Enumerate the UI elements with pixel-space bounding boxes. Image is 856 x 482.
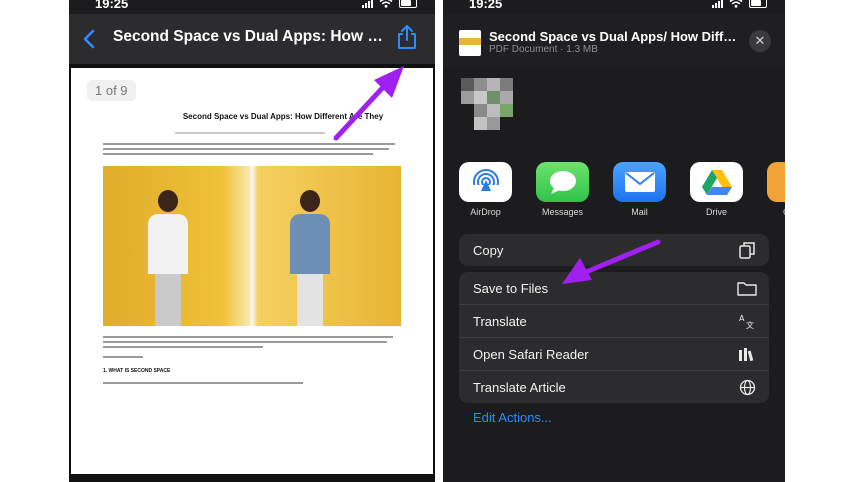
wifi-icon [729, 0, 743, 8]
copy-icon [737, 240, 757, 260]
cellular-signal-icon [362, 0, 373, 8]
document-text-line [103, 356, 143, 358]
battery-icon [749, 0, 767, 8]
document-text-line [103, 153, 373, 155]
action-translate[interactable]: Translate A文 [459, 305, 769, 338]
article-photo [103, 166, 401, 326]
pdf-viewer-screen: 19:25 Second Space vs Dual Apps: How Di.… [69, 0, 435, 482]
document-text-line [103, 148, 389, 150]
svg-text:A: A [739, 314, 745, 323]
status-time: 19:25 [469, 0, 503, 11]
document-text-line [103, 143, 395, 145]
share-apps-row: AirDrop Messages Mail Drive [443, 162, 785, 222]
document-text-line [103, 382, 303, 384]
document-viewer[interactable]: 1 of 9 Second Space vs Dual Apps: How Di… [69, 64, 435, 482]
share-item-subtitle: PDF Document · 1.3 MB [489, 44, 598, 55]
person-figure [145, 190, 191, 326]
battery-icon [399, 0, 417, 8]
pdf-thumbnail [459, 30, 481, 56]
action-translate-article[interactable]: Translate Article [459, 371, 769, 403]
share-item-title: Second Space vs Dual Apps/ How Differe..… [489, 29, 741, 44]
messages-icon [536, 162, 589, 202]
contact-suggestion-avatar[interactable] [461, 78, 513, 130]
app-label: Messages [541, 207, 584, 217]
document-subheading: 1. WHAT IS SECOND SPACE [103, 368, 171, 374]
share-app-messages[interactable]: Messages [536, 162, 589, 222]
document-byline [175, 132, 325, 134]
airdrop-icon [459, 162, 512, 202]
action-open-safari-reader[interactable]: Open Safari Reader [459, 338, 769, 371]
action-label: Open Safari Reader [473, 346, 589, 362]
wifi-icon [379, 0, 393, 8]
share-app-copy[interactable]: Copy [767, 162, 785, 222]
folder-icon [737, 278, 757, 298]
google-drive-icon [690, 162, 743, 202]
page-indicator: 1 of 9 [87, 80, 136, 101]
document-text-line [103, 341, 387, 343]
document-title: Second Space vs Dual Apps: How Di... [113, 28, 387, 45]
action-group-copy: Copy [459, 234, 769, 266]
share-sheet-screen: 19:25 Second Space vs Dual Apps/ How Dif… [443, 0, 785, 482]
action-label: Translate Article [473, 379, 566, 395]
pdf-page[interactable]: 1 of 9 Second Space vs Dual Apps: How Di… [71, 68, 433, 474]
share-app-drive[interactable]: Drive [690, 162, 743, 222]
document-text-line [103, 336, 393, 338]
status-bar: 19:25 [69, 0, 435, 14]
app-label: AirDrop [470, 207, 501, 217]
action-group-main: Save to Files Translate A文 Open Safari R… [459, 272, 769, 403]
translate-icon: A文 [737, 311, 757, 331]
app-label: Copy [767, 207, 785, 217]
app-label: Mail [631, 207, 648, 217]
navigation-bar: Second Space vs Dual Apps: How Di... [69, 14, 435, 64]
share-icon[interactable] [395, 24, 419, 50]
status-bar: 19:25 [443, 0, 785, 14]
share-sheet-header: Second Space vs Dual Apps/ How Differe..… [443, 14, 785, 68]
cellular-signal-icon [712, 0, 723, 8]
document-text-line [103, 346, 263, 348]
share-app-airdrop[interactable]: AirDrop [459, 162, 512, 222]
mail-icon [613, 162, 666, 202]
person-figure [287, 190, 333, 326]
action-save-to-files[interactable]: Save to Files [459, 272, 769, 305]
globe-icon [737, 377, 757, 397]
back-chevron-icon[interactable] [79, 28, 101, 50]
action-label: Translate [473, 313, 527, 329]
document-heading: Second Space vs Dual Apps: How Different… [182, 112, 384, 121]
reader-icon [737, 344, 757, 364]
action-label: Save to Files [473, 280, 549, 296]
action-label: Copy [473, 242, 504, 258]
edit-actions-link[interactable]: Edit Actions... [473, 410, 552, 425]
close-button[interactable]: ✕ [749, 30, 771, 52]
svg-text:文: 文 [746, 320, 754, 329]
share-app-mail[interactable]: Mail [613, 162, 666, 222]
action-copy[interactable]: Copy [459, 234, 769, 266]
status-time: 19:25 [95, 0, 129, 11]
copy-app-icon [767, 162, 785, 202]
app-label: Drive [705, 207, 727, 217]
